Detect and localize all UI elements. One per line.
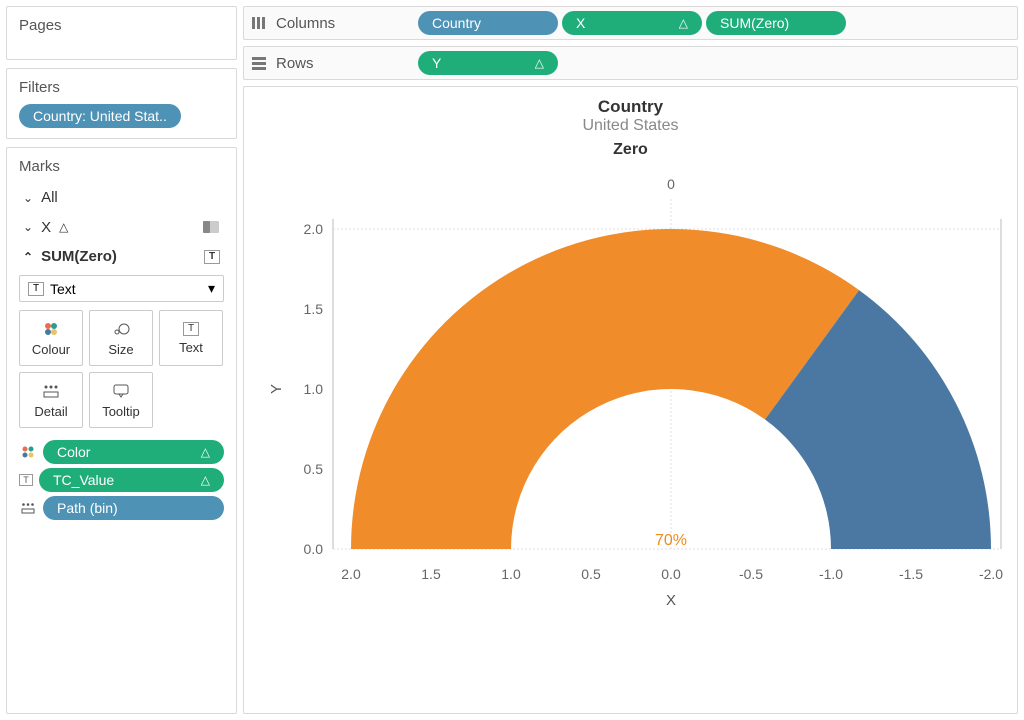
row-pill-y[interactable]: Y△ <box>418 51 558 75</box>
svg-text:-1.5: -1.5 <box>898 566 922 582</box>
svg-text:X: X <box>665 592 675 609</box>
colour-label: Colour <box>32 342 70 357</box>
mark-pill-color[interactable]: Color △ <box>43 440 224 464</box>
columns-icon <box>250 14 268 32</box>
svg-text:70%: 70% <box>654 532 686 549</box>
tooltip-icon <box>112 382 130 400</box>
svg-text:0.5: 0.5 <box>303 461 323 477</box>
colour-button[interactable]: Colour <box>19 310 83 366</box>
svg-text:2.0: 2.0 <box>341 566 361 582</box>
filter-pill-label: Country: United Stat.. <box>33 108 167 124</box>
mark-pill-pathbin-row[interactable]: Path (bin) <box>19 496 224 520</box>
delta-icon: △ <box>201 473 210 487</box>
mark-pill-pathbin[interactable]: Path (bin) <box>43 496 224 520</box>
row-pill-y-label: Y <box>432 55 441 71</box>
chart-zero-title: Zero <box>244 141 1017 159</box>
columns-label: Columns <box>276 15 335 32</box>
filters-title: Filters <box>19 79 224 96</box>
text-type-icon: T <box>183 322 199 336</box>
col-pill-country-label: Country <box>432 15 481 31</box>
delta-icon: △ <box>201 445 210 459</box>
marks-title: Marks <box>19 158 224 175</box>
marks-x-label: X <box>41 219 51 236</box>
size-icon <box>112 320 130 338</box>
svg-text:Y: Y <box>268 384 285 394</box>
delta-icon: △ <box>679 16 688 30</box>
mark-pill-color-label: Color <box>57 444 90 460</box>
tooltip-button[interactable]: Tooltip <box>89 372 153 428</box>
size-button[interactable]: Size <box>89 310 153 366</box>
mark-pill-pathbin-label: Path (bin) <box>57 500 118 516</box>
dropdown-caret-icon: ▾ <box>208 280 215 297</box>
text-label: Text <box>179 340 203 355</box>
pages-panel: Pages <box>6 6 237 60</box>
marks-all-row[interactable]: ⌄ All <box>19 183 224 212</box>
detail-button[interactable]: Detail <box>19 372 83 428</box>
detail-label: Detail <box>34 404 67 419</box>
rows-icon <box>250 54 268 72</box>
svg-text:1.0: 1.0 <box>303 381 323 397</box>
detail-icon <box>42 382 60 400</box>
col-pill-country[interactable]: Country <box>418 11 558 35</box>
chart-title: Country <box>244 97 1017 117</box>
col-pill-x[interactable]: X△ <box>562 11 702 35</box>
text-type-icon: T <box>28 282 44 296</box>
col-pill-sumzero-label: SUM(Zero) <box>720 15 789 31</box>
size-label: Size <box>108 342 133 357</box>
chart-canvas: Country United States Zero 0 70% 2.0 1.5 1.0… <box>243 86 1018 714</box>
colour-icon <box>19 445 37 459</box>
chevron-up-icon: ⌃ <box>23 250 33 264</box>
marks-x-row[interactable]: ⌄ X △ <box>19 212 224 242</box>
mark-pill-tcvalue-row[interactable]: T TC_Value △ <box>19 468 224 492</box>
mark-pill-tcvalue-label: TC_Value <box>53 472 114 488</box>
tooltip-label: Tooltip <box>102 404 140 419</box>
delta-icon: △ <box>535 56 544 70</box>
rows-label: Rows <box>276 55 314 72</box>
detail-icon <box>19 502 37 514</box>
chevron-down-icon: ⌄ <box>23 220 33 234</box>
svg-text:1.5: 1.5 <box>421 566 441 582</box>
text-type-icon: T <box>204 250 220 264</box>
colour-icon <box>42 320 60 338</box>
marks-all-label: All <box>41 189 58 206</box>
svg-text:-2.0: -2.0 <box>978 566 1002 582</box>
svg-text:0.0: 0.0 <box>661 566 681 582</box>
marks-sumzero-row[interactable]: ⌃ SUM(Zero) T <box>19 242 224 271</box>
mark-pill-tcvalue[interactable]: TC_Value △ <box>39 468 224 492</box>
marks-type-dropdown[interactable]: T Text ▾ <box>19 275 224 302</box>
svg-text:0.5: 0.5 <box>581 566 601 582</box>
mark-pill-color-row[interactable]: Color △ <box>19 440 224 464</box>
chevron-down-icon: ⌄ <box>23 191 33 205</box>
col-pill-sumzero[interactable]: SUM(Zero) <box>706 11 846 35</box>
marks-sumzero-label: SUM(Zero) <box>41 248 117 265</box>
svg-text:-0.5: -0.5 <box>738 566 762 582</box>
marks-type-label: Text <box>50 281 76 297</box>
pages-title: Pages <box>19 17 224 34</box>
filter-pill-country[interactable]: Country: United Stat.. <box>19 104 181 128</box>
text-type-icon: T <box>19 474 33 486</box>
chart-subtitle: United States <box>244 117 1017 135</box>
svg-text:2.0: 2.0 <box>303 221 323 237</box>
filters-panel: Filters Country: United Stat.. <box>6 68 237 139</box>
card-icon <box>202 218 220 236</box>
svg-text:-1.0: -1.0 <box>818 566 842 582</box>
gauge-chart: 0 70% 2.0 1.5 1.0 0.5 0.0 -0.5 -1.0 -1.5 -2.0 X 0.0 0… <box>251 159 1011 669</box>
columns-shelf[interactable]: Columns Country X△ SUM(Zero) <box>243 6 1018 40</box>
svg-text:0.0: 0.0 <box>303 541 323 557</box>
col-pill-x-label: X <box>576 15 585 31</box>
svg-text:0: 0 <box>667 176 675 192</box>
svg-text:1.0: 1.0 <box>501 566 521 582</box>
delta-icon: △ <box>59 220 68 234</box>
marks-panel: Marks ⌄ All ⌄ X △ ⌃ SUM(Zero) T T Text ▾ <box>6 147 237 714</box>
text-button[interactable]: T Text <box>159 310 223 366</box>
rows-shelf[interactable]: Rows Y△ <box>243 46 1018 80</box>
svg-text:1.5: 1.5 <box>303 301 323 317</box>
